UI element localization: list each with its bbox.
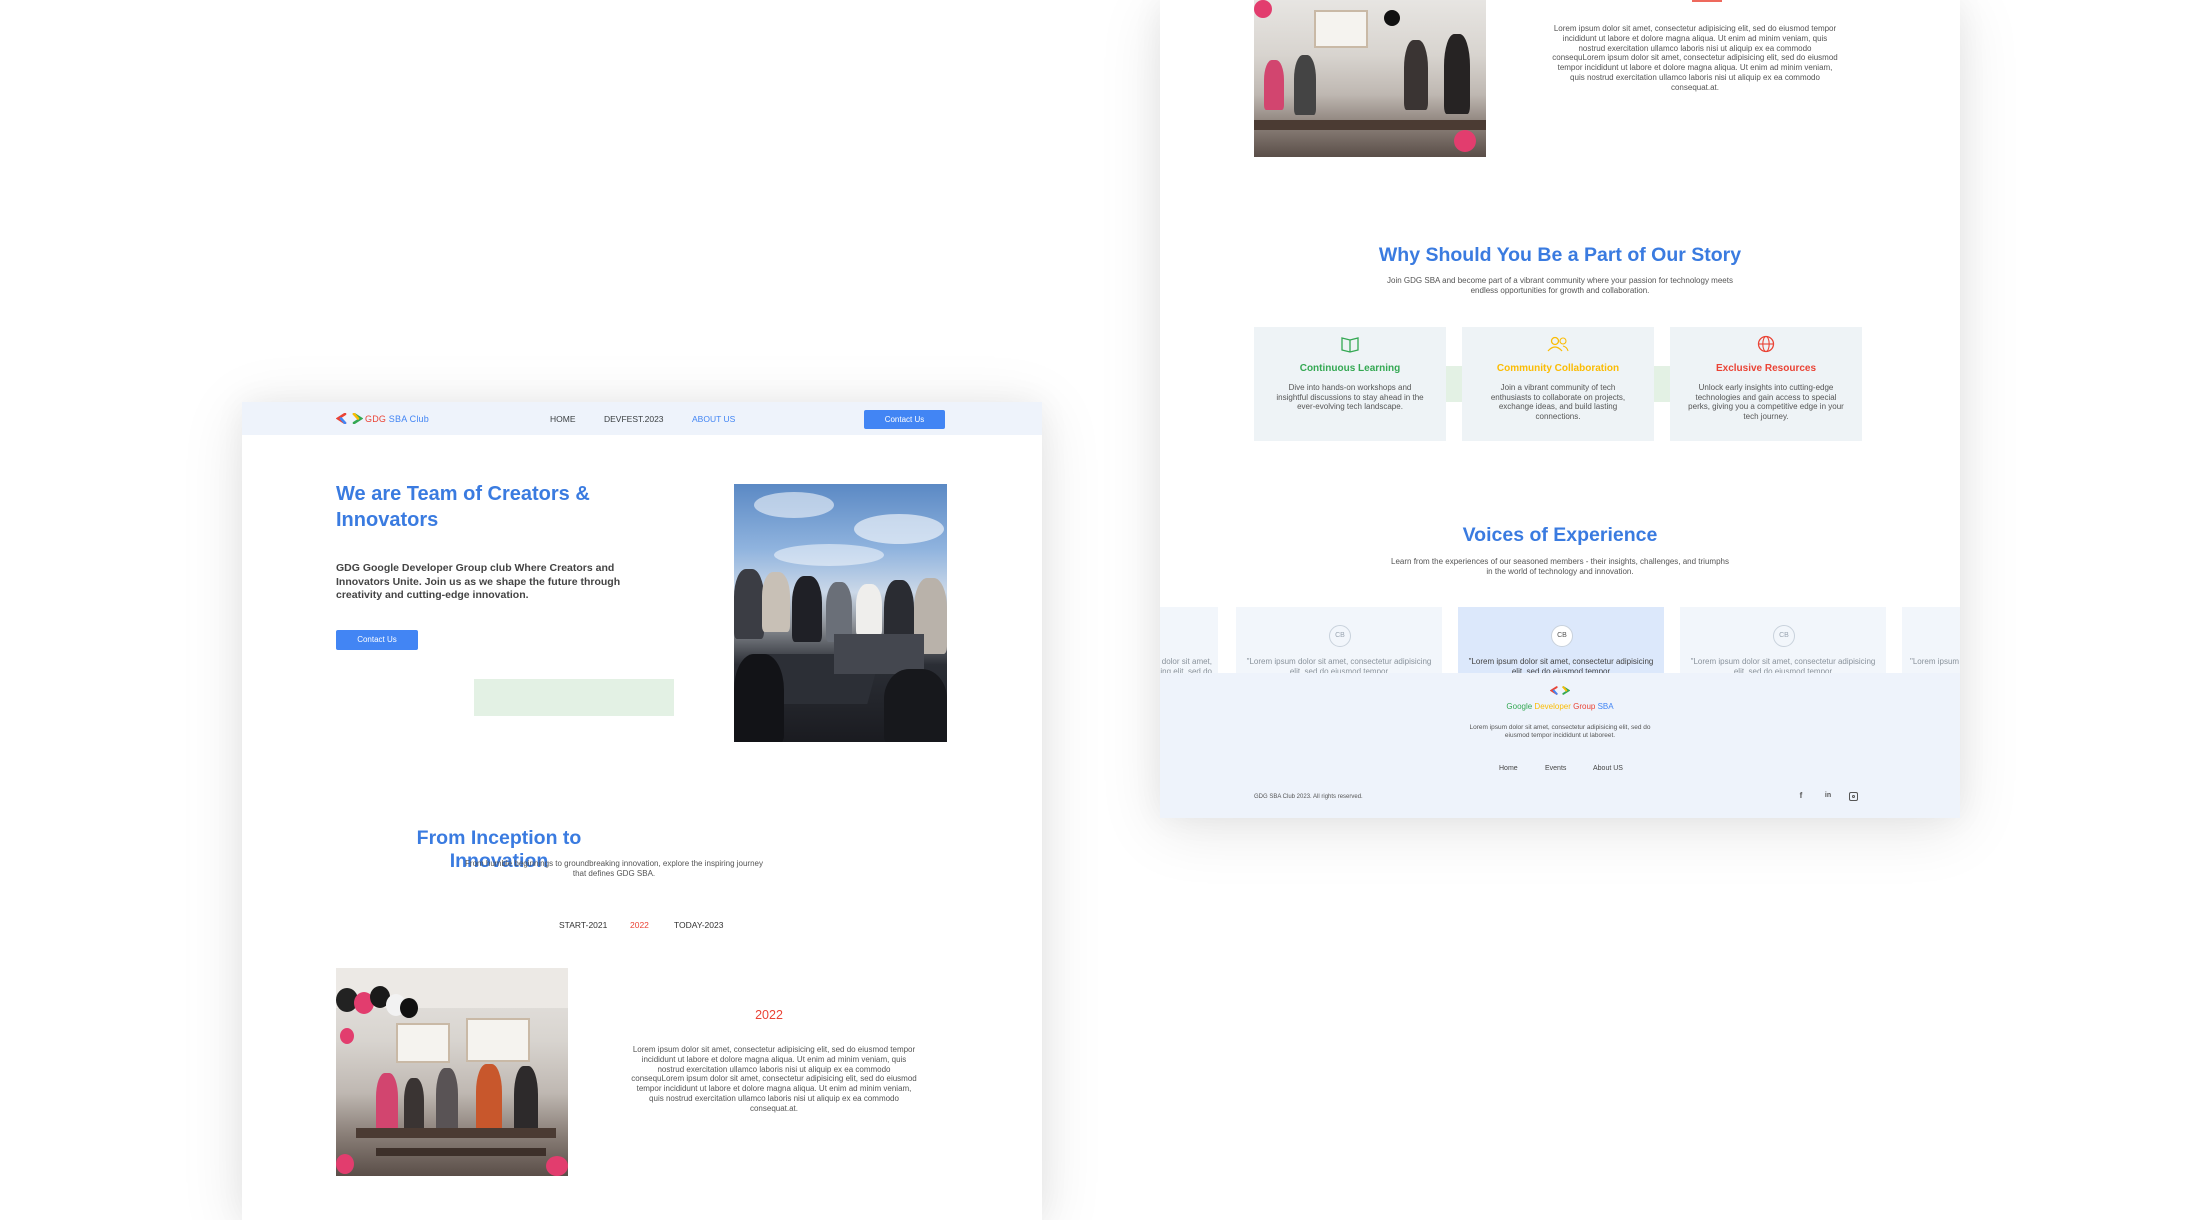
card-description: Dive into hands-on workshops and insight… xyxy=(1276,383,1424,412)
decorative-green-bar xyxy=(474,679,674,716)
avatar: CB xyxy=(1773,625,1795,647)
footer-link-home[interactable]: Home xyxy=(1499,765,1518,772)
instagram-icon[interactable] xyxy=(1849,792,1858,801)
linkedin-icon[interactable]: in xyxy=(1822,791,1834,801)
testimonial-card[interactable]: CB "Lorem ipsum dolor sit amet, consecte… xyxy=(1236,607,1442,673)
globe-icon xyxy=(1757,335,1775,353)
footer: Google Developer Group SBA Lorem ipsum d… xyxy=(1160,673,1960,818)
logo[interactable]: GDG SBA Club xyxy=(336,413,429,424)
nav-home[interactable]: HOME xyxy=(550,414,576,424)
homepage-mockup: GDG SBA Club HOME DEVFEST.2023 ABOUT US … xyxy=(242,402,1042,1220)
feature-card-collaboration: Community Collaboration Join a vibrant c… xyxy=(1462,327,1654,441)
footer-link-events[interactable]: Events xyxy=(1545,765,1566,772)
testimonial-quote: "Lorem ipsum dolor sit amet, consectetur xyxy=(1910,657,1960,666)
contact-button[interactable]: Contact Us xyxy=(864,410,945,429)
decorative-green-strip xyxy=(1654,366,1670,402)
facebook-icon[interactable]: f xyxy=(1796,791,1806,801)
tab-start-2021[interactable]: START-2021 xyxy=(559,920,607,930)
timeline-photo-top xyxy=(1254,0,1486,157)
testimonial-quote: "Lorem ipsum dolor sit amet, consectetur… xyxy=(1160,657,1212,673)
hero-photo xyxy=(734,484,947,742)
timeline-year-fragment xyxy=(1692,0,1722,2)
timeline-description: Lorem ipsum dolor sit amet, consectetur … xyxy=(1552,24,1838,92)
feature-card-resources: Exclusive Resources Unlock early insight… xyxy=(1670,327,1862,441)
footer-description: Lorem ipsum dolor sit amet, consectetur … xyxy=(1469,724,1651,739)
testimonial-card-active[interactable]: CB "Lorem ipsum dolor sit amet, consecte… xyxy=(1458,607,1664,673)
voices-title: Voices of Experience xyxy=(1462,524,1658,546)
avatar: CB xyxy=(1551,625,1573,647)
testimonial-quote: "Lorem ipsum dolor sit amet, consectetur… xyxy=(1690,657,1876,673)
timeline-description: Lorem ipsum dolor sit amet, consectetur … xyxy=(631,1045,917,1113)
card-description: Unlock early insights into cutting-edge … xyxy=(1688,383,1844,421)
voices-subtitle: Learn from the experiences of our season… xyxy=(1391,557,1729,576)
tab-2022[interactable]: 2022 xyxy=(630,920,649,930)
brand-club: SBA Club xyxy=(386,413,429,424)
hero-contact-button[interactable]: Contact Us xyxy=(336,630,418,650)
feature-card-learning: Continuous Learning Dive into hands-on w… xyxy=(1254,327,1446,441)
decorative-green-strip xyxy=(1446,366,1462,402)
navbar: GDG SBA Club HOME DEVFEST.2023 ABOUT US … xyxy=(242,402,1042,435)
testimonial-card[interactable]: CB "Lorem ipsum dolor sit amet, consecte… xyxy=(1680,607,1886,673)
hero-title: We are Team of Creators & Innovators xyxy=(336,483,590,531)
brand-google: Google xyxy=(1506,702,1533,711)
about-page-mockup: Lorem ipsum dolor sit amet, consectetur … xyxy=(1160,0,1960,818)
why-title: Why Should You Be a Part of Our Story xyxy=(1378,244,1742,266)
brand-group: Group xyxy=(1570,702,1596,711)
why-subtitle: Join GDG SBA and become part of a vibran… xyxy=(1387,276,1733,295)
gdg-logo-icon xyxy=(336,413,363,424)
nav-devfest[interactable]: DEVFEST.2023 xyxy=(604,414,664,424)
tab-today-2023[interactable]: TODAY-2023 xyxy=(674,920,723,930)
avatar: CB xyxy=(1329,625,1351,647)
journey-subtitle: From humble beginnings to groundbreaking… xyxy=(465,859,763,878)
timeline-photo xyxy=(336,968,568,1176)
copyright: GDG SBA Club 2023. All rights reserved. xyxy=(1254,794,1363,800)
hero-description: GDG Google Developer Group club Where Cr… xyxy=(336,562,621,601)
users-icon xyxy=(1547,336,1569,352)
testimonial-card[interactable]: "Lorem ipsum dolor sit amet, consectetur xyxy=(1902,607,1960,673)
footer-link-about[interactable]: About US xyxy=(1593,765,1623,772)
timeline-year: 2022 xyxy=(755,1008,783,1022)
testimonial-quote: "Lorem ipsum dolor sit amet, consectetur… xyxy=(1468,657,1654,673)
testimonial-card[interactable]: "Lorem ipsum dolor sit amet, consectetur… xyxy=(1160,607,1218,673)
brand-sba: SBA xyxy=(1595,702,1614,711)
book-icon xyxy=(1341,337,1359,353)
testimonial-quote: "Lorem ipsum dolor sit amet, consectetur… xyxy=(1246,657,1432,673)
card-title: Continuous Learning xyxy=(1299,363,1401,374)
brand-developer: Developer xyxy=(1532,702,1571,711)
card-description: Join a vibrant community of tech enthusi… xyxy=(1490,383,1626,421)
nav-about-us[interactable]: ABOUT US xyxy=(692,414,735,424)
gdg-logo-icon xyxy=(1550,686,1570,695)
brand-name: GDG SBA Club xyxy=(365,414,429,424)
footer-brand: Google Developer Group SBA xyxy=(1460,702,1660,711)
brand-gdg: GDG xyxy=(365,413,387,424)
card-title: Community Collaboration xyxy=(1496,363,1620,374)
card-title: Exclusive Resources xyxy=(1715,363,1817,374)
